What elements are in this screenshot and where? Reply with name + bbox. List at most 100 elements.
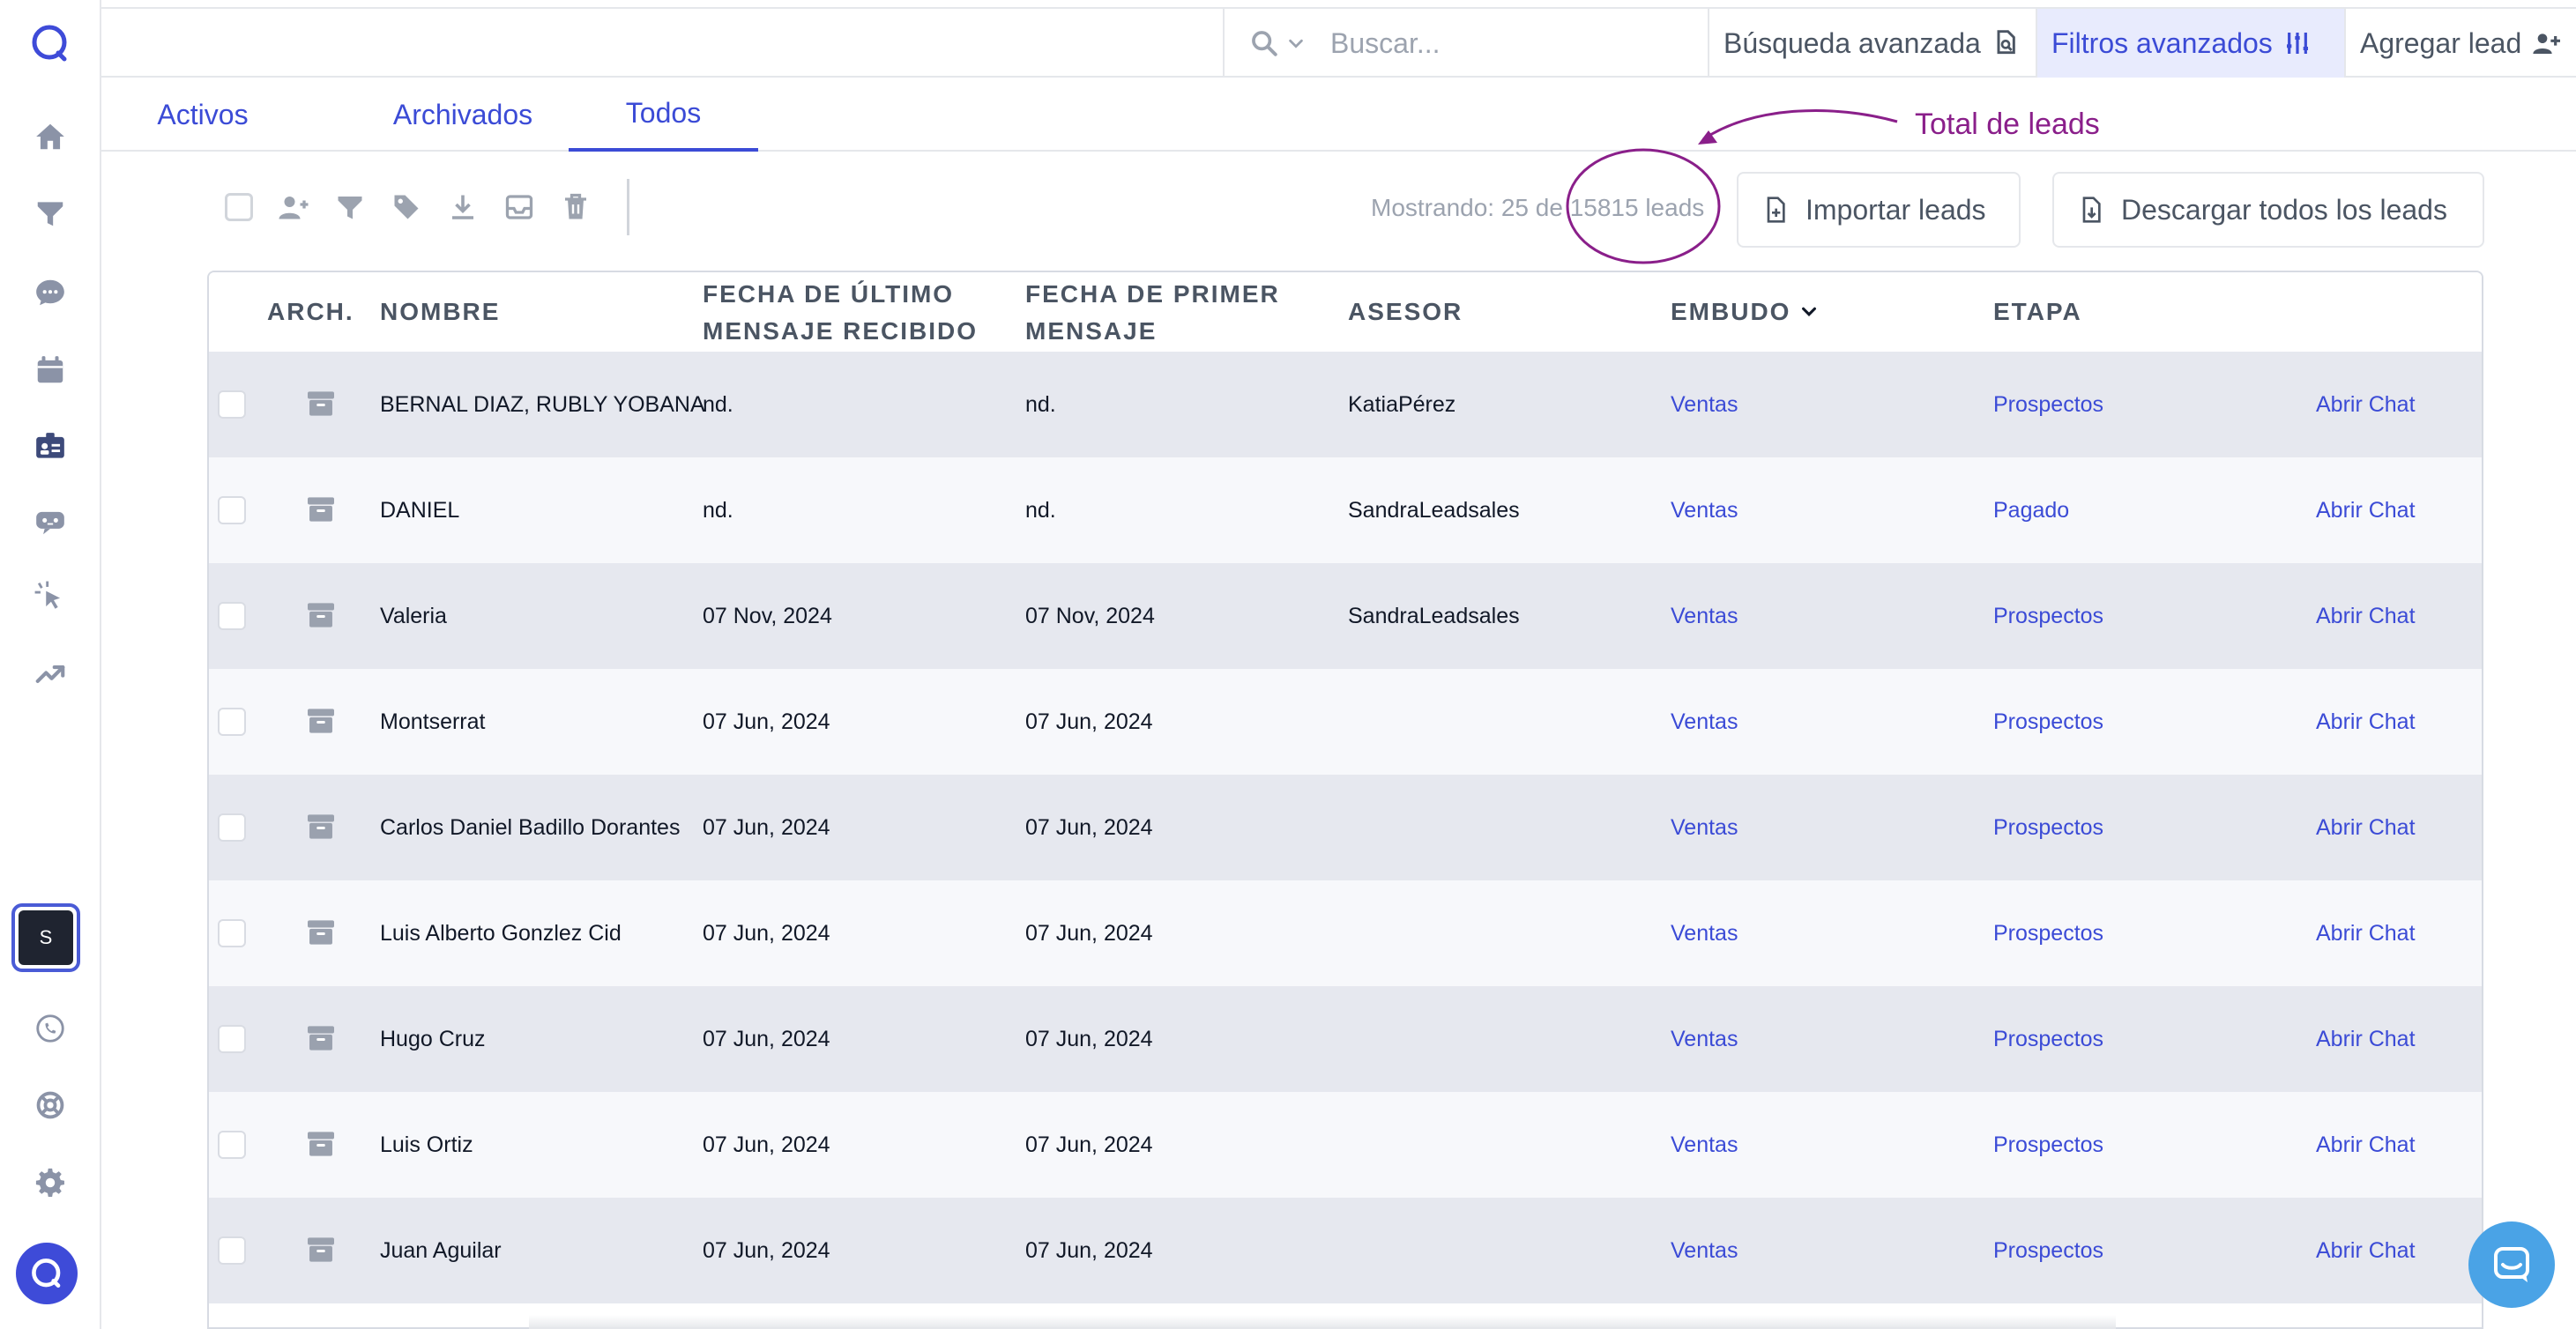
inbox-icon[interactable] — [503, 191, 535, 223]
col-advisor[interactable]: ASESOR — [1348, 293, 1463, 330]
stage-link[interactable]: Prospectos — [1993, 1092, 2103, 1198]
row-checkbox[interactable] — [218, 813, 246, 842]
funnel-icon[interactable] — [334, 191, 366, 223]
archive-icon[interactable] — [306, 708, 336, 734]
col-first-message[interactable]: FECHA DE PRIMER MENSAJE — [1025, 276, 1280, 350]
table-row[interactable]: Luis Alberto Gonzlez Cid 07 Jun, 2024 07 J… — [209, 880, 2482, 986]
col-stage[interactable]: ETAPA — [1993, 293, 2082, 330]
stage-link[interactable]: Prospectos — [1993, 669, 2103, 775]
archive-icon[interactable] — [306, 813, 336, 840]
home-icon[interactable] — [26, 113, 74, 160]
col-last-message[interactable]: FECHA DE ÚLTIMO MENSAJE RECIBIDO — [703, 276, 978, 350]
last-message-date-cell: nd. — [703, 497, 733, 523]
archive-icon[interactable] — [306, 1236, 336, 1263]
row-checkbox[interactable] — [218, 708, 246, 736]
funnel-link[interactable]: Ventas — [1671, 563, 1738, 669]
search-input[interactable] — [1330, 26, 1683, 60]
bot-icon[interactable] — [26, 498, 74, 546]
assign-user-icon[interactable] — [278, 191, 309, 223]
stage-link[interactable]: Prospectos — [1993, 1198, 2103, 1303]
last-message-date-cell: 07 Jun, 2024 — [703, 1026, 830, 1051]
app-logo-icon[interactable] — [23, 16, 76, 69]
row-checkbox[interactable] — [218, 602, 246, 630]
chevron-down-icon — [1802, 307, 1817, 316]
calendar-icon[interactable] — [26, 346, 74, 394]
funnel-link[interactable]: Ventas — [1671, 1092, 1738, 1198]
funnel-link[interactable]: Ventas — [1671, 457, 1738, 563]
archive-icon[interactable] — [306, 919, 336, 946]
stage-link[interactable]: Prospectos — [1993, 880, 2103, 986]
open-chat-link[interactable]: Abrir Chat — [2316, 352, 2416, 457]
row-checkbox[interactable] — [218, 390, 246, 419]
leads-icon[interactable] — [26, 423, 74, 471]
funnel-link[interactable]: Ventas — [1671, 1198, 1738, 1303]
last-message-date-cell: 07 Jun, 2024 — [703, 814, 830, 840]
table-row[interactable]: Montserrat 07 Jun, 2024 07 Jun, 2024 Ventas… — [209, 669, 2482, 775]
open-chat-link[interactable]: Abrir Chat — [2316, 1198, 2416, 1303]
download-icon[interactable] — [447, 191, 479, 223]
stage-link[interactable]: Pagado — [1993, 457, 2069, 563]
open-chat-link[interactable]: Abrir Chat — [2316, 669, 2416, 775]
stage-link[interactable]: Prospectos — [1993, 775, 2103, 880]
table-row[interactable]: Valeria 07 Nov, 2024 07 Nov, 2024 SandraLea… — [209, 563, 2482, 669]
workspace-initial: S — [19, 910, 73, 965]
open-chat-link[interactable]: Abrir Chat — [2316, 1092, 2416, 1198]
table-row[interactable]: Juan Aguilar 07 Jun, 2024 07 Jun, 2024 Vent… — [209, 1198, 2482, 1303]
archive-icon[interactable] — [306, 602, 336, 628]
funnel-link[interactable]: Ventas — [1671, 880, 1738, 986]
col-name[interactable]: NOMBRE — [380, 293, 500, 330]
stage-link[interactable]: Prospectos — [1993, 986, 2103, 1092]
tab-todos[interactable]: Todos — [569, 78, 758, 152]
row-checkbox[interactable] — [218, 1236, 246, 1265]
open-chat-link[interactable]: Abrir Chat — [2316, 986, 2416, 1092]
table-row[interactable]: BERNAL DIAZ, RUBLY YOBANA nd. nd. KatiaPére… — [209, 352, 2482, 457]
table-row[interactable]: Hugo Cruz 07 Jun, 2024 07 Jun, 2024 Ventas P… — [209, 986, 2482, 1092]
advanced-filters-button[interactable]: Filtros avanzados — [2036, 9, 2344, 78]
tab-archivados[interactable]: Archivados — [357, 78, 569, 152]
trending-up-icon[interactable] — [26, 650, 74, 698]
tab-activos[interactable]: Activos — [128, 78, 278, 152]
message-icon — [2494, 1247, 2529, 1282]
stage-link[interactable]: Prospectos — [1993, 563, 2103, 669]
table-row[interactable]: DANIEL nd. nd. SandraLeadsales Ventas Pagado A… — [209, 457, 2482, 563]
brand-logo-icon[interactable] — [16, 1243, 78, 1304]
open-chat-link[interactable]: Abrir Chat — [2316, 775, 2416, 880]
funnel-icon[interactable] — [26, 189, 74, 237]
last-message-date-cell: 07 Nov, 2024 — [703, 603, 832, 628]
funnel-link[interactable]: Ventas — [1671, 775, 1738, 880]
table-row[interactable]: Luis Ortiz 07 Jun, 2024 07 Jun, 2024 Ventas… — [209, 1092, 2482, 1198]
cursor-click-icon[interactable] — [26, 573, 74, 620]
col-funnel[interactable]: EMBUDO — [1671, 293, 1819, 330]
table-row[interactable]: Carlos Daniel Badillo Dorantes 07 Jun, 20… — [209, 775, 2482, 880]
row-checkbox[interactable] — [218, 919, 246, 947]
open-chat-link[interactable]: Abrir Chat — [2316, 457, 2416, 563]
select-all-checkbox[interactable] — [225, 193, 253, 221]
row-checkbox[interactable] — [218, 1131, 246, 1159]
stage-link[interactable]: Prospectos — [1993, 352, 2103, 457]
row-checkbox[interactable] — [218, 1025, 246, 1053]
funnel-link[interactable]: Ventas — [1671, 352, 1738, 457]
workspace-avatar[interactable]: S — [11, 903, 80, 972]
gear-icon[interactable] — [26, 1159, 74, 1206]
open-chat-link[interactable]: Abrir Chat — [2316, 563, 2416, 669]
download-all-leads-button[interactable]: Descargar todos los leads — [2052, 172, 2484, 248]
whatsapp-icon[interactable] — [26, 1005, 74, 1052]
add-lead-button[interactable]: Agregar lead — [2344, 9, 2576, 78]
import-leads-button[interactable]: Importar leads — [1737, 172, 2021, 248]
trash-icon[interactable] — [560, 191, 592, 223]
open-chat-link[interactable]: Abrir Chat — [2316, 880, 2416, 986]
search-scope-dropdown[interactable] — [1225, 9, 1330, 78]
chat-icon[interactable] — [26, 269, 74, 316]
archive-icon[interactable] — [306, 496, 336, 523]
archive-icon[interactable] — [306, 390, 336, 417]
lead-tabs: Activos Archivados Todos — [101, 78, 2576, 152]
row-checkbox[interactable] — [218, 496, 246, 524]
help-lifebuoy-icon[interactable] — [26, 1081, 74, 1129]
archive-icon[interactable] — [306, 1025, 336, 1051]
archive-icon[interactable] — [306, 1131, 336, 1157]
advanced-search-button[interactable]: Búsqueda avanzada — [1708, 9, 2036, 78]
tag-icon[interactable] — [391, 191, 422, 223]
support-chat-button[interactable] — [2468, 1221, 2555, 1308]
funnel-link[interactable]: Ventas — [1671, 986, 1738, 1092]
funnel-link[interactable]: Ventas — [1671, 669, 1738, 775]
